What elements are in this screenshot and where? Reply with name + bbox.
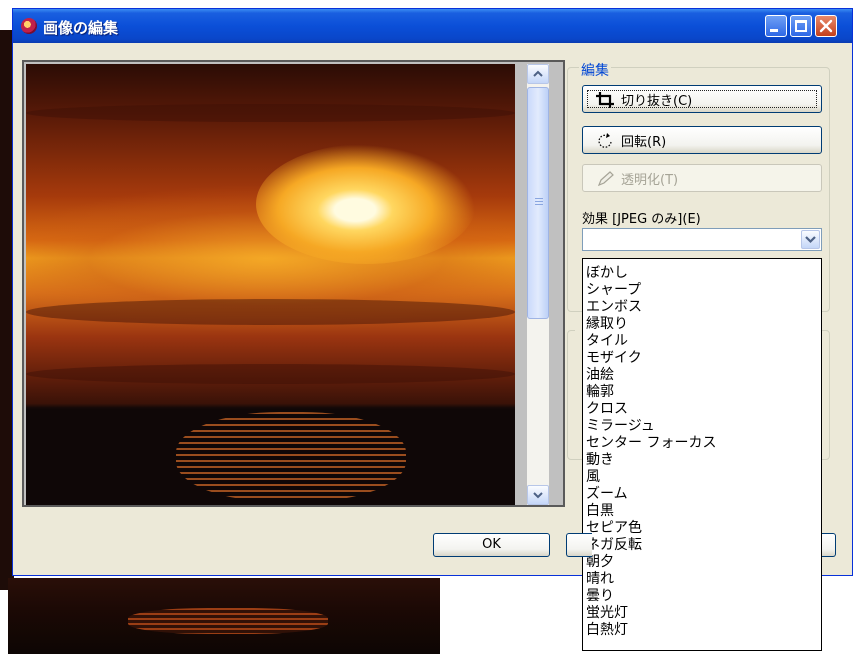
transparent-button-label: 透明化(T) — [621, 173, 679, 188]
rotate-button-label: 回転(R) — [621, 135, 667, 150]
sun — [256, 144, 476, 264]
dropdown-item-blur[interactable]: ぼかし — [586, 265, 628, 281]
close-button[interactable] — [815, 15, 837, 37]
dropdown-item-sharpen[interactable]: シャープ — [586, 282, 641, 298]
crop-button[interactable]: 切り抜き(C) — [582, 85, 822, 113]
pen-icon — [597, 171, 614, 187]
dropdown-item-mosaic[interactable]: モザイク — [586, 350, 642, 366]
image-preview-frame — [22, 60, 565, 507]
rotate-icon — [598, 133, 612, 148]
image-preview — [26, 64, 515, 505]
dropdown-item-incandescent[interactable]: 白熱灯 — [586, 622, 628, 638]
dropdown-item-tile[interactable]: タイル — [586, 333, 628, 349]
chevron-down-icon — [805, 236, 816, 244]
chevron-up-icon — [533, 70, 543, 77]
app-icon — [21, 18, 37, 34]
effect-select-button[interactable] — [801, 230, 820, 249]
scroll-down-button[interactable] — [527, 485, 549, 505]
background-image-fragment — [8, 578, 440, 654]
rotate-button[interactable]: 回転(R) — [582, 126, 822, 154]
dropdown-item-monochrome[interactable]: 白黒 — [586, 503, 614, 519]
dropdown-item-sunny[interactable]: 晴れ — [586, 571, 614, 587]
ok-button[interactable]: OK — [433, 533, 550, 557]
dropdown-item-wind[interactable]: 風 — [586, 469, 600, 485]
dropdown-item-center-focus[interactable]: センター フォーカス — [586, 435, 716, 451]
apply-button[interactable] — [822, 533, 836, 557]
chevron-down-icon — [533, 492, 543, 499]
dropdown-item-cloudy[interactable]: 曇り — [586, 588, 614, 604]
effect-select[interactable] — [582, 228, 822, 251]
dropdown-item-outline[interactable]: 輪郭 — [586, 384, 614, 400]
effect-label: 効果 [JPEG のみ](E) — [582, 212, 701, 227]
window-title: 画像の編集 — [43, 19, 119, 37]
dropdown-item-oil-paint[interactable]: 油絵 — [586, 367, 614, 383]
dropdown-item-motion[interactable]: 動き — [586, 452, 614, 468]
dropdown-item-edge[interactable]: 縁取り — [586, 316, 628, 332]
dropdown-item-emboss[interactable]: エンボス — [586, 299, 642, 315]
vertical-scrollbar[interactable] — [515, 64, 561, 505]
scroll-up-button[interactable] — [527, 64, 549, 84]
edit-group-label: 編集 — [579, 60, 611, 80]
transparent-button[interactable]: 透明化(T) — [582, 164, 822, 192]
dropdown-item-fluorescent[interactable]: 蛍光灯 — [586, 605, 628, 621]
dropdown-item-negative[interactable]: ネガ反転 — [586, 537, 642, 553]
dropdown-item-zoom[interactable]: ズーム — [586, 486, 628, 502]
close-icon — [819, 19, 833, 33]
scrollbar-thumb[interactable] — [527, 87, 549, 319]
minimize-button[interactable] — [765, 15, 787, 37]
cancel-button[interactable] — [566, 533, 592, 557]
maximize-button[interactable] — [790, 15, 812, 37]
dropdown-item-sepia[interactable]: セピア色 — [586, 520, 642, 536]
title-bar[interactable]: 画像の編集 — [13, 9, 852, 43]
ok-button-label: OK — [482, 537, 501, 552]
dropdown-item-cross[interactable]: クロス — [586, 401, 628, 417]
effect-dropdown-list[interactable]: ぼかし シャープ エンボス 縁取り タイル モザイク 油絵 輪郭 クロス ミラー… — [582, 258, 822, 651]
dropdown-item-mirage[interactable]: ミラージュ — [586, 418, 655, 434]
